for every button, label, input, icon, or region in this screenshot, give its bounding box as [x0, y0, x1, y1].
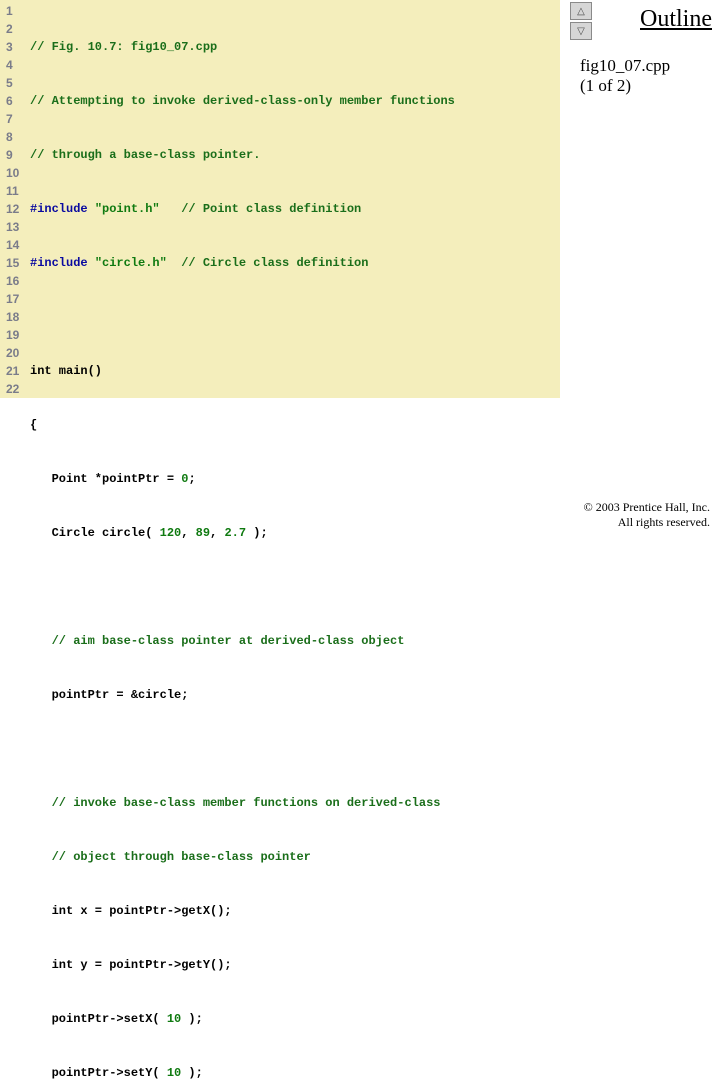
code-string: "point.h": [95, 202, 160, 216]
code-comment: // Point class definition: [160, 202, 362, 216]
code-panel: 1 2 3 4 5 6 7 8 9 10 11 12 13 14 15 16 1…: [0, 0, 560, 398]
copyright-line1: © 2003 Prentice Hall, Inc.: [584, 500, 710, 514]
nav-buttons: △ ▽: [570, 2, 594, 40]
line-number: 1: [6, 2, 30, 20]
copyright-text: © 2003 Prentice Hall, Inc. All rights re…: [584, 500, 710, 530]
triangle-down-icon: ▽: [577, 26, 585, 37]
outline-file: fig10_07.cpp: [580, 56, 670, 75]
code-comment: // through a base-class pointer.: [30, 148, 260, 162]
code-text: int main(): [30, 364, 102, 378]
code-number: 120: [160, 526, 182, 540]
code-text: Circle circle(: [30, 526, 160, 540]
line-number: 21: [6, 362, 30, 380]
code-number: 2.7: [224, 526, 246, 540]
line-number: 12: [6, 200, 30, 218]
line-number: 17: [6, 290, 30, 308]
code-text: int x = pointPtr->getX();: [30, 904, 232, 918]
line-number-gutter: 1 2 3 4 5 6 7 8 9 10 11 12 13 14 15 16 1…: [0, 2, 30, 398]
code-text: pointPtr->setX(: [30, 1012, 167, 1026]
line-number: 10: [6, 164, 30, 182]
code-text: pointPtr = &circle;: [30, 688, 188, 702]
code-comment: // Circle class definition: [167, 256, 369, 270]
code-preproc: #include: [30, 202, 95, 216]
code-text: int y = pointPtr->getY();: [30, 958, 232, 972]
triangle-up-icon: △: [577, 6, 585, 17]
code-preproc: #include: [30, 256, 95, 270]
code-comment: // object through base-class pointer: [30, 850, 311, 864]
line-number: 16: [6, 272, 30, 290]
code-text: pointPtr->setY(: [30, 1066, 167, 1080]
line-number: 22: [6, 380, 30, 398]
line-number: 13: [6, 218, 30, 236]
code-text: Point *pointPtr =: [30, 472, 181, 486]
nav-down-button[interactable]: ▽: [570, 22, 592, 40]
nav-up-button[interactable]: △: [570, 2, 592, 20]
line-number: 9: [6, 146, 30, 164]
code-string: "circle.h": [95, 256, 167, 270]
code-text: {: [30, 418, 37, 432]
line-number: 5: [6, 74, 30, 92]
code-comment: // Fig. 10.7: fig10_07.cpp: [30, 40, 217, 54]
code-text: ,: [181, 526, 195, 540]
copyright-line2: All rights reserved.: [618, 515, 710, 529]
code-number: 89: [196, 526, 210, 540]
line-number: 15: [6, 254, 30, 272]
code-comment: // aim base-class pointer at derived-cla…: [30, 634, 404, 648]
line-number: 7: [6, 110, 30, 128]
code-comment: // Attempting to invoke derived-class-on…: [30, 94, 455, 108]
line-number: 8: [6, 128, 30, 146]
code-text: );: [246, 526, 268, 540]
outline-page: (1 of 2): [580, 76, 631, 95]
line-number: 19: [6, 326, 30, 344]
line-number: 4: [6, 56, 30, 74]
line-number: 20: [6, 344, 30, 362]
code-text: ;: [188, 472, 195, 486]
code-text: );: [181, 1012, 203, 1026]
code-body: // Fig. 10.7: fig10_07.cpp // Attempting…: [30, 2, 560, 398]
line-number: 3: [6, 38, 30, 56]
line-number: 18: [6, 308, 30, 326]
code-number: 10: [167, 1066, 181, 1080]
outline-heading: Outline: [640, 6, 712, 33]
line-number: 6: [6, 92, 30, 110]
line-number: 14: [6, 236, 30, 254]
line-number: 11: [6, 182, 30, 200]
code-number: 10: [167, 1012, 181, 1026]
code-text: );: [181, 1066, 203, 1080]
line-number: 2: [6, 20, 30, 38]
code-comment: // invoke base-class member functions on…: [30, 796, 440, 810]
code-text: ,: [210, 526, 224, 540]
outline-subheading: fig10_07.cpp (1 of 2): [580, 56, 710, 97]
